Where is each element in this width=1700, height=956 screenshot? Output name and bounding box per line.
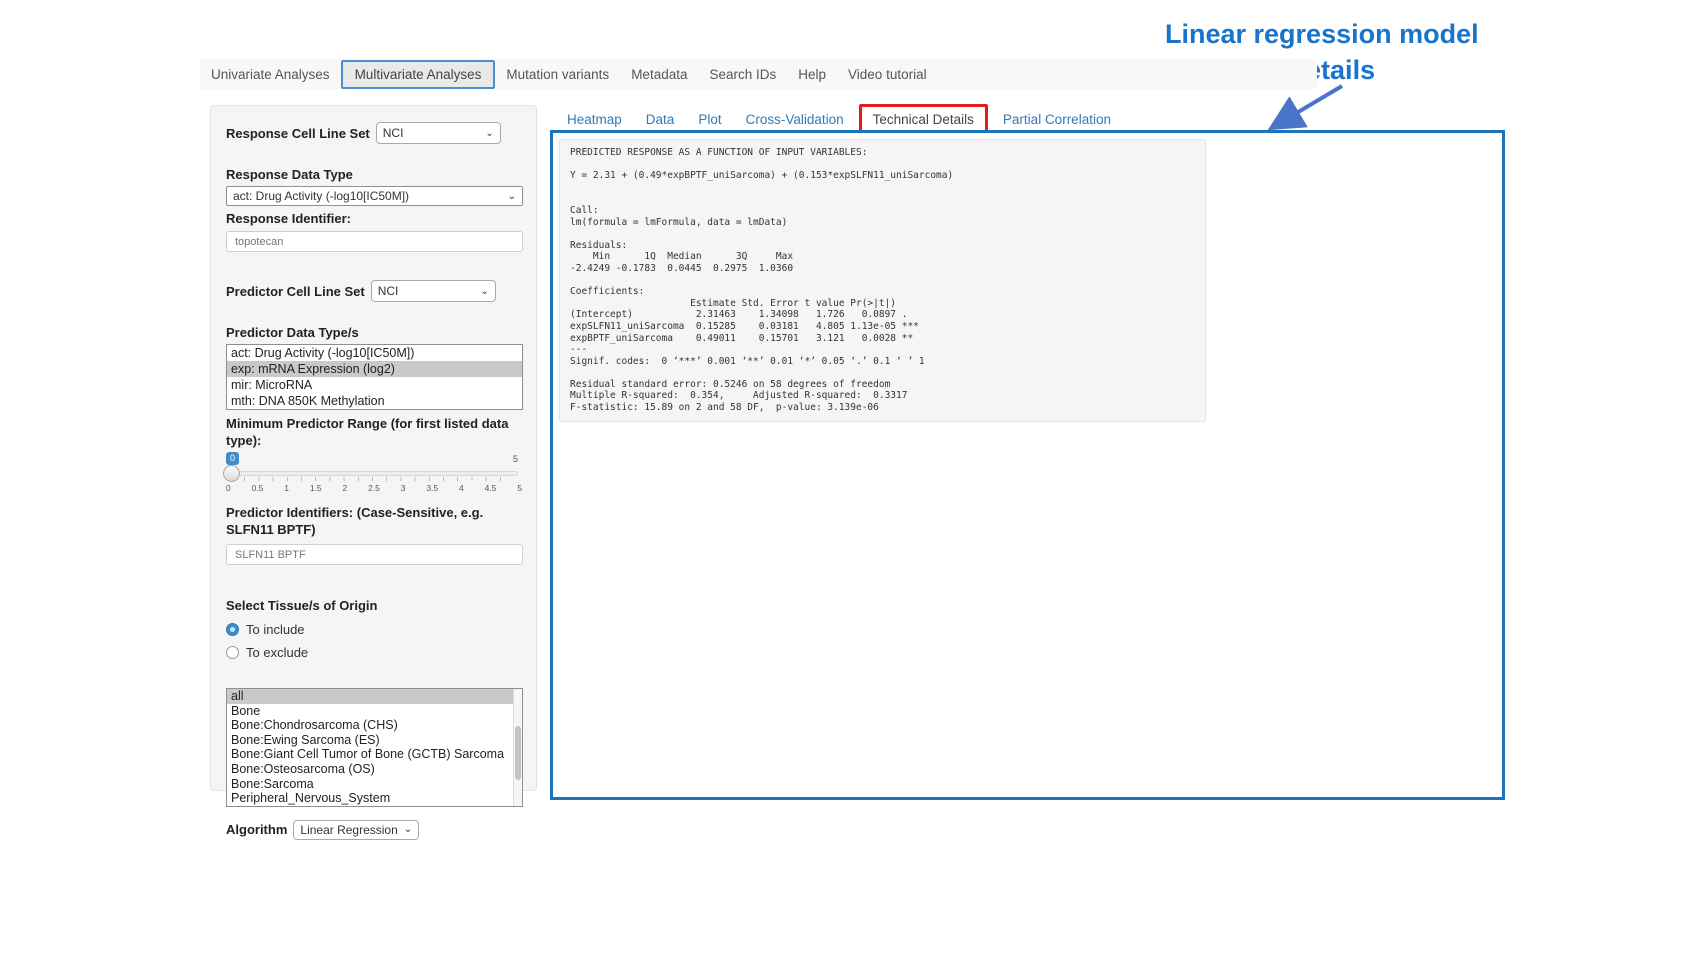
predictor-identifiers-label: Predictor Identifiers: (Case-Sensitive, … xyxy=(226,504,521,538)
list-option[interactable]: mth: DNA 850K Methylation xyxy=(227,393,522,409)
list-option[interactable]: Bone:Sarcoma xyxy=(227,777,522,792)
radio-to-exclude[interactable]: To exclude xyxy=(226,645,521,660)
technical-details-panel: PREDICTED RESPONSE AS A FUNCTION OF INPU… xyxy=(550,130,1505,800)
slider-tick-labels: 0 0.5 1 1.5 2 2.5 3 3.5 4 4.5 5 xyxy=(226,483,522,493)
algorithm-label: Algorithm xyxy=(226,821,287,838)
tick-label: 4 xyxy=(459,483,464,493)
algorithm-select[interactable]: Linear Regression ⌄ xyxy=(293,820,419,840)
predictor-identifiers-value: SLFN11 BPTF xyxy=(235,549,306,561)
listbox-scrollbar[interactable] xyxy=(513,689,522,806)
response-data-type-value: act: Drug Activity (-log10[IC50M]) xyxy=(233,189,409,203)
response-identifier-label: Response Identifier: xyxy=(226,210,521,227)
tick-label: 3 xyxy=(401,483,406,493)
response-cell-line-set-value: NCI xyxy=(383,126,404,140)
predictor-identifiers-input[interactable]: SLFN11 BPTF xyxy=(226,544,523,565)
scrollbar-thumb[interactable] xyxy=(515,726,521,780)
list-option[interactable]: Bone:Giant Cell Tumor of Bone (GCTB) Sar… xyxy=(227,747,522,762)
radio-to-exclude-label: To exclude xyxy=(246,645,308,660)
tick-label: 3.5 xyxy=(426,483,438,493)
list-option[interactable]: mir: MicroRNA xyxy=(227,377,522,393)
predictor-cell-line-set-select[interactable]: NCI ⌄ xyxy=(371,280,496,302)
response-data-type-label: Response Data Type xyxy=(226,166,521,183)
predictor-cell-line-set-value: NCI xyxy=(378,284,399,298)
tick-label: 1 xyxy=(284,483,289,493)
slider-ticks xyxy=(230,477,514,481)
slider-handle[interactable] xyxy=(223,465,240,482)
tick-label: 1.5 xyxy=(310,483,322,493)
predictor-cell-line-set-label: Predictor Cell Line Set xyxy=(226,283,365,300)
algorithm-value: Linear Regression xyxy=(300,823,397,837)
list-option[interactable]: Bone:Osteosarcoma (OS) xyxy=(227,762,522,777)
list-option[interactable]: Bone:Chondrosarcoma (CHS) xyxy=(227,718,522,733)
predictor-data-types-listbox: act: Drug Activity (-log10[IC50M]) exp: … xyxy=(226,344,523,410)
min-predictor-range-label: Minimum Predictor Range (for first liste… xyxy=(226,415,516,449)
tissue-listbox: all Bone Bone:Chondrosarcoma (CHS) Bone:… xyxy=(226,688,523,807)
tick-label: 0.5 xyxy=(252,483,264,493)
radio-button-icon xyxy=(226,623,239,636)
radio-to-include-label: To include xyxy=(246,622,305,637)
tab-technical-details[interactable]: Technical Details xyxy=(862,107,985,132)
control-sidebar: Response Cell Line Set NCI ⌄ Response Da… xyxy=(210,105,537,791)
response-cell-line-set-select[interactable]: NCI ⌄ xyxy=(376,122,501,144)
radio-to-include[interactable]: To include xyxy=(226,622,521,637)
nav-univariate-analyses[interactable]: Univariate Analyses xyxy=(200,61,341,88)
annotation-line1: Linear regression model xyxy=(1165,16,1479,52)
tissue-origin-label: Select Tissue/s of Origin xyxy=(226,597,521,614)
predictor-data-types-label: Predictor Data Type/s xyxy=(226,324,521,341)
response-identifier-value: topotecan xyxy=(235,236,283,248)
list-option[interactable]: Bone:Ewing Sarcoma (ES) xyxy=(227,733,522,748)
tick-label: 4.5 xyxy=(485,483,497,493)
nav-help[interactable]: Help xyxy=(787,61,837,88)
regression-model-output: PREDICTED RESPONSE AS A FUNCTION OF INPU… xyxy=(559,139,1206,422)
nav-multivariate-analyses[interactable]: Multivariate Analyses xyxy=(341,60,496,89)
tick-label: 2.5 xyxy=(368,483,380,493)
chevron-down-icon: ⌄ xyxy=(480,286,488,297)
tick-label: 5 xyxy=(517,483,522,493)
radio-button-icon xyxy=(226,646,239,659)
annotation-arrow-icon xyxy=(1250,82,1360,134)
nav-search-ids[interactable]: Search IDs xyxy=(698,61,787,88)
list-option[interactable]: act: Drug Activity (-log10[IC50M]) xyxy=(227,345,522,361)
list-option[interactable]: Bone xyxy=(227,704,522,719)
slider-max-label: 5 xyxy=(513,454,518,464)
slider-track[interactable] xyxy=(226,471,518,476)
min-predictor-range-slider: 0 5 0 0.5 1 1.5 2 2.5 3 3.5 4 4.5 5 xyxy=(226,452,518,496)
top-navbar: Univariate Analyses Multivariate Analyse… xyxy=(200,59,1317,89)
slider-value-badge: 0 xyxy=(226,452,239,465)
chevron-down-icon: ⌄ xyxy=(485,128,493,139)
chevron-down-icon: ⌄ xyxy=(404,824,412,835)
response-identifier-input[interactable]: topotecan xyxy=(226,231,523,252)
list-option-selected[interactable]: all xyxy=(227,689,522,704)
nav-mutation-variants[interactable]: Mutation variants xyxy=(495,61,620,88)
tick-label: 0 xyxy=(226,483,231,493)
response-cell-line-set-label: Response Cell Line Set xyxy=(226,125,370,142)
nav-metadata[interactable]: Metadata xyxy=(620,61,698,88)
response-data-type-select[interactable]: act: Drug Activity (-log10[IC50M]) ⌄ xyxy=(226,186,523,206)
list-option-selected[interactable]: exp: mRNA Expression (log2) xyxy=(227,361,522,377)
nav-video-tutorial[interactable]: Video tutorial xyxy=(837,61,938,88)
tick-label: 2 xyxy=(343,483,348,493)
chevron-down-icon: ⌄ xyxy=(508,191,516,202)
list-option[interactable]: Peripheral_Nervous_System xyxy=(227,791,522,806)
